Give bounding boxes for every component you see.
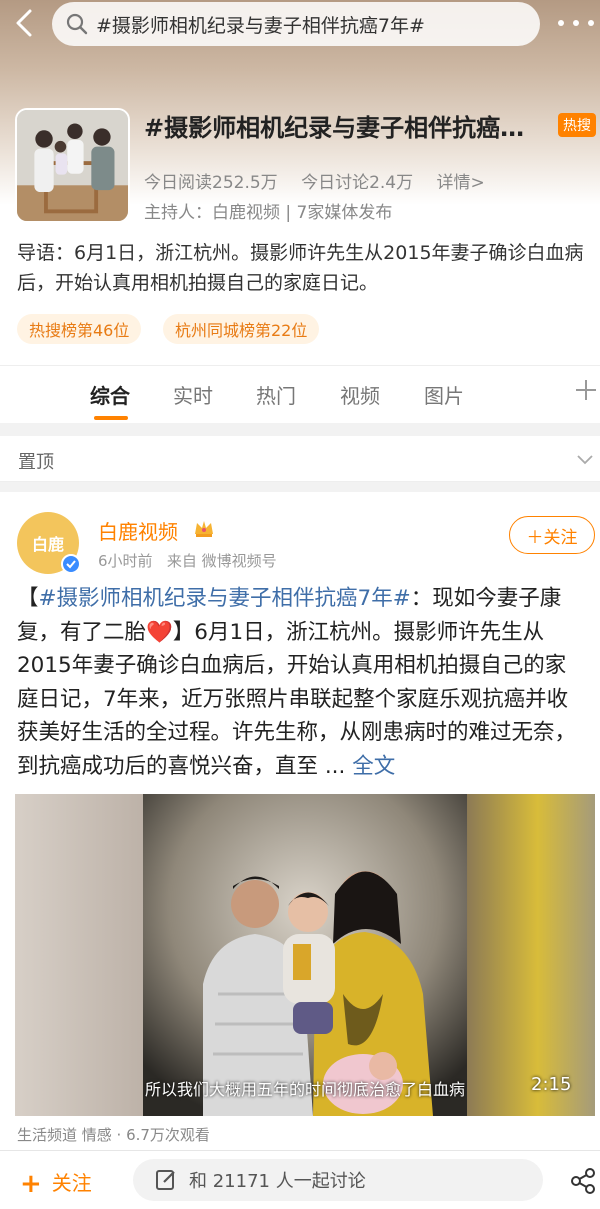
more-options-icon[interactable] (558, 10, 594, 36)
video-info: 生活频道 情感 · 6.7万次观看 (17, 1126, 210, 1142)
discuss-input[interactable]: 和 21171 人一起讨论 (133, 1159, 543, 1201)
read-count: 今日阅读252.5万 (144, 173, 278, 193)
add-tab-icon[interactable] (574, 378, 598, 402)
active-tab-indicator (94, 416, 128, 420)
video-duration: 2:15 (531, 1074, 572, 1095)
city-rank-tag[interactable]: 杭州同城榜第22位 (163, 314, 320, 344)
chevron-left-icon (16, 9, 32, 37)
topic-stats: 今日阅读252.5万 今日讨论2.4万 详情> (144, 168, 503, 193)
pinned-section[interactable]: 置顶 (0, 436, 600, 482)
text-bracket: 【 (17, 586, 39, 611)
plus-icon: + (20, 1169, 42, 1199)
bottom-follow-button[interactable]: + 关注 (20, 1167, 92, 1199)
topic-guide: 导语：6月1日，浙江杭州。摄影师许先生从2015年妻子确诊白血病后，开始认真用相… (17, 242, 584, 294)
tab-realtime[interactable]: 实时 (173, 380, 213, 409)
video-blur-left (15, 794, 143, 1116)
content-tabs: 综合 实时 热门 视频 图片 (0, 365, 600, 423)
follow-button[interactable]: ＋关注 (509, 516, 595, 554)
hot-badge: 热搜 (558, 113, 596, 137)
discuss-label: 和 21171 人一起讨论 (189, 1171, 366, 1192)
search-bar[interactable]: #摄影师相机纪录与妻子相伴抗癌7年# (52, 2, 540, 46)
post-meta: 6小时前 来自 微博视频号 (98, 550, 277, 571)
crown-icon (195, 521, 213, 537)
back-button[interactable] (10, 6, 40, 40)
video-player[interactable]: 所以我们大概用五年的时间彻底治愈了白血病 2:15 (15, 794, 595, 1116)
hot-search-rank-tag[interactable]: 热搜榜第46位 (17, 314, 142, 344)
topic-cover-image (15, 108, 130, 223)
topic-host[interactable]: 主持人：白鹿视频 | 7家媒体发布 (144, 198, 392, 223)
post-card: 白鹿 白鹿视频 6小时前 来自 微博视频号 ＋关注 【#摄影师相机纪录与妻子相伴… (0, 492, 600, 1152)
search-icon (66, 13, 88, 35)
pinned-label: 置顶 (18, 452, 54, 473)
video-frame (143, 794, 467, 1116)
search-query: #摄影师相机纪录与妻子相伴抗癌7年# (96, 14, 425, 37)
tab-comprehensive[interactable]: 综合 (90, 380, 130, 409)
video-subtitle: 所以我们大概用五年的时间彻底治愈了白血病 (144, 1080, 465, 1099)
post-text: 【#摄影师相机纪录与妻子相伴抗癌7年#：现如今妻子康复，有了二胎❤️】6月1日，… (17, 582, 587, 783)
edit-icon (156, 1170, 175, 1190)
tab-video[interactable]: 视频 (340, 380, 380, 409)
heart-icon: ❤️ (146, 619, 173, 645)
details-link[interactable]: 详情> (437, 173, 485, 193)
verified-badge-icon (61, 554, 81, 574)
bottom-follow-label: 关注 (51, 1171, 92, 1195)
video-blur-right (467, 794, 595, 1116)
tab-popular[interactable]: 热门 (256, 380, 296, 409)
bottom-bar: + 关注 和 21171 人一起讨论 (0, 1150, 600, 1209)
avatar-text: 白鹿 (31, 535, 64, 554)
topic-title: #摄影师相机纪录与妻子相伴抗癌… (144, 114, 525, 142)
post-time: 6小时前 (98, 552, 153, 570)
read-more-link[interactable]: 全文 (352, 754, 395, 779)
author-name[interactable]: 白鹿视频 (98, 516, 178, 545)
discussion-count: 今日讨论2.4万 (301, 173, 414, 193)
topic-header: #摄影师相机纪录与妻子相伴抗癌7年# #摄影师相机纪录与妻子相伴抗癌… 热搜 今… (0, 0, 600, 365)
share-icon[interactable] (570, 1168, 596, 1194)
tab-images[interactable]: 图片 (424, 380, 464, 409)
post-source[interactable]: 微博视频号 (202, 552, 277, 570)
topic-link[interactable]: #摄影师相机纪录与妻子相伴抗癌7年# (39, 586, 411, 611)
top-bar: #摄影师相机纪录与妻子相伴抗癌7年# (0, 0, 600, 48)
source-prefix: 来自 (166, 552, 197, 570)
chevron-down-icon (577, 455, 593, 465)
